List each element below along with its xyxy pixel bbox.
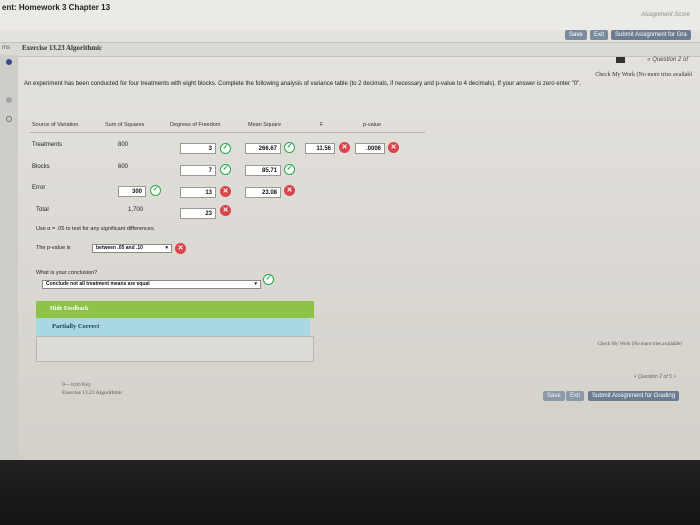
exit-button[interactable]: Exit — [590, 30, 609, 40]
conclusion-question: What is your conclusion? — [36, 270, 98, 276]
left-sidebar — [0, 55, 18, 460]
question-nav-bottom[interactable]: « Question 2 of 5 » — [634, 374, 676, 380]
chevron-down-icon: ▾ — [254, 281, 257, 287]
row-label-total: Total — [36, 207, 49, 213]
alpha-instruction: Use α = .05 to test for any significant … — [36, 226, 156, 232]
question-text: An experiment has been conducted for fou… — [24, 81, 581, 87]
chevron-down-icon: ▾ — [165, 245, 168, 251]
ss-error-input[interactable]: 300 — [118, 186, 146, 197]
header-source: Source of Variation — [32, 122, 79, 128]
correct-icon: ✓ — [220, 164, 231, 175]
submit-assignment-button[interactable]: Submit Assignment for Gra — [611, 30, 691, 40]
check-my-work-link-bottom[interactable]: Check My Work (No more tries available) — [598, 342, 682, 347]
conclusion-select[interactable]: Conclude not all treatment means are equ… — [42, 280, 261, 289]
icon-key-link[interactable]: 0— Icon Key — [62, 382, 91, 388]
assignment-title: ent: Homework 3 Chapter 13 — [2, 3, 111, 12]
correct-icon: ✓ — [284, 142, 295, 153]
nav-dot-icon[interactable] — [6, 97, 12, 103]
header-df: Degrees of Freedom — [170, 122, 221, 128]
incorrect-icon: ✕ — [284, 185, 295, 196]
ss-treatments: 800 — [118, 142, 129, 148]
table-divider — [30, 132, 425, 133]
header-ms: Mean Square — [248, 122, 282, 128]
row-label-treatments: Treatments — [32, 142, 63, 148]
incorrect-icon: ✕ — [175, 243, 186, 254]
feedback-status: Partially Correct — [36, 318, 310, 336]
pvalue-select[interactable]: between .05 and .10 ▾ — [92, 244, 172, 253]
hide-feedback-button[interactable]: Hide Feedback — [36, 301, 314, 318]
save-button[interactable]: Save — [565, 30, 587, 40]
correct-icon: ✓ — [263, 274, 274, 285]
sidebar-label: ms — [2, 45, 10, 51]
df-total-input[interactable]: 23 — [180, 208, 216, 219]
header-p: p-value — [363, 122, 382, 128]
nav-dot-icon[interactable] — [6, 116, 12, 122]
row-label-error: Error — [32, 185, 46, 191]
monitor-bezel — [0, 460, 700, 525]
incorrect-icon: ✕ — [388, 142, 399, 153]
correct-icon: ✓ — [284, 164, 295, 175]
header-f: F — [320, 122, 324, 128]
p-treatments-input[interactable]: .0006 — [355, 143, 385, 154]
print-icon[interactable] — [616, 57, 625, 63]
browser-screen: ent: Homework 3 Chapter 13 Assignment Sc… — [0, 0, 700, 460]
save-button-bottom[interactable]: Save — [543, 391, 565, 401]
feedback-panel — [36, 336, 314, 362]
pvalue-label: The p-value is — [36, 245, 71, 251]
check-my-work-link[interactable]: Check My Work (No more tries availabl — [595, 72, 692, 78]
exercise-title: Exercise 13.23 Algorithmic — [22, 44, 103, 52]
df-error-input[interactable]: 13 — [180, 187, 216, 198]
df-treatments-input[interactable]: 3 — [180, 143, 216, 154]
assignment-score-label: Assignment Score — [641, 12, 690, 18]
header-ss: Sum of Squares — [105, 122, 145, 128]
df-blocks-input[interactable]: 7 — [180, 165, 216, 176]
submit-assignment-button-bottom[interactable]: Submit Assignment for Grading — [588, 391, 680, 401]
correct-icon: ✓ — [220, 143, 231, 154]
ms-error-input[interactable]: 23.08 — [245, 187, 281, 198]
incorrect-icon: ✕ — [220, 205, 231, 216]
ss-total: 1,700 — [128, 207, 144, 213]
conclusion-selected: Conclude not all treatment means are equ… — [46, 281, 150, 287]
ms-treatments-input[interactable]: 266.67 — [245, 143, 281, 154]
exit-button-bottom[interactable]: Exit — [566, 391, 585, 401]
ss-blocks: 600 — [118, 164, 129, 170]
ms-blocks-input[interactable]: 85.71 — [245, 165, 281, 176]
question-nav[interactable]: « Question 2 of — [647, 57, 688, 63]
incorrect-icon: ✕ — [220, 186, 231, 197]
exercise-bar — [0, 42, 700, 57]
nav-dot-icon[interactable] — [6, 59, 12, 65]
correct-icon: ✓ — [150, 185, 161, 196]
exercise-title-bottom: Exercise 13.23 Algorithmic — [62, 390, 123, 396]
row-label-blocks: Blocks — [32, 164, 50, 170]
pvalue-selected: between .05 and .10 — [96, 245, 143, 251]
incorrect-icon: ✕ — [339, 142, 350, 153]
f-treatments-input[interactable]: 11.56 — [305, 143, 335, 154]
